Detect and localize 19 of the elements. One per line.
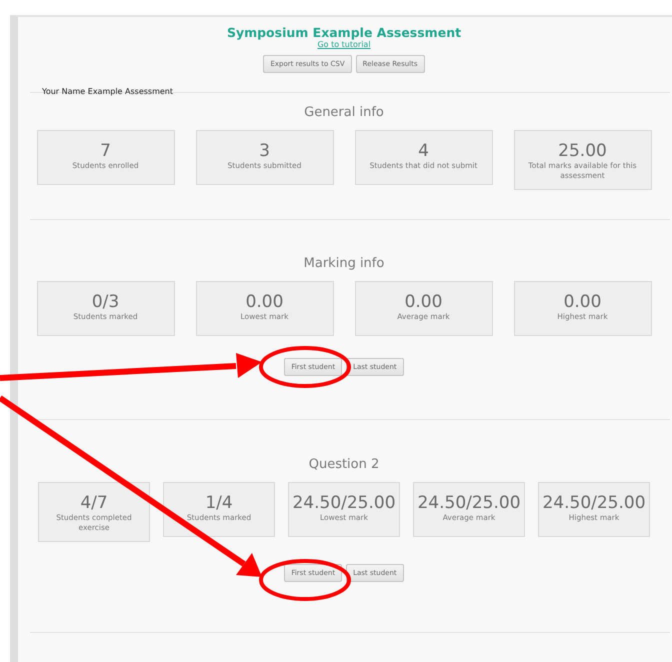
- stat-value: 4: [418, 141, 429, 161]
- stat-value: 24.50/25.00: [292, 493, 396, 513]
- stat-value: 0/3: [92, 292, 120, 312]
- tutorial-link[interactable]: Go to tutorial: [317, 40, 371, 49]
- stat-value: 25.00: [558, 141, 607, 161]
- stat-value: 3: [259, 141, 270, 161]
- section-title: General info: [304, 105, 384, 120]
- page-title: Symposium Example Assessment: [226, 25, 462, 40]
- section-title: Question 2: [308, 457, 380, 472]
- stat-value: 24.50/25.00: [417, 493, 521, 513]
- stat-value: 24.50/25.00: [542, 493, 646, 513]
- stat-value: 0.00: [564, 292, 602, 312]
- stat-value: 0.00: [404, 292, 442, 312]
- section-title: Marking info: [304, 256, 384, 271]
- assessment-name: Your Name Example Assessment: [42, 87, 174, 96]
- stat-value: 1/4: [205, 493, 233, 513]
- stat-value: 0.00: [246, 292, 284, 312]
- stat-value: 4/7: [80, 493, 108, 513]
- stat-value: 7: [100, 141, 111, 161]
